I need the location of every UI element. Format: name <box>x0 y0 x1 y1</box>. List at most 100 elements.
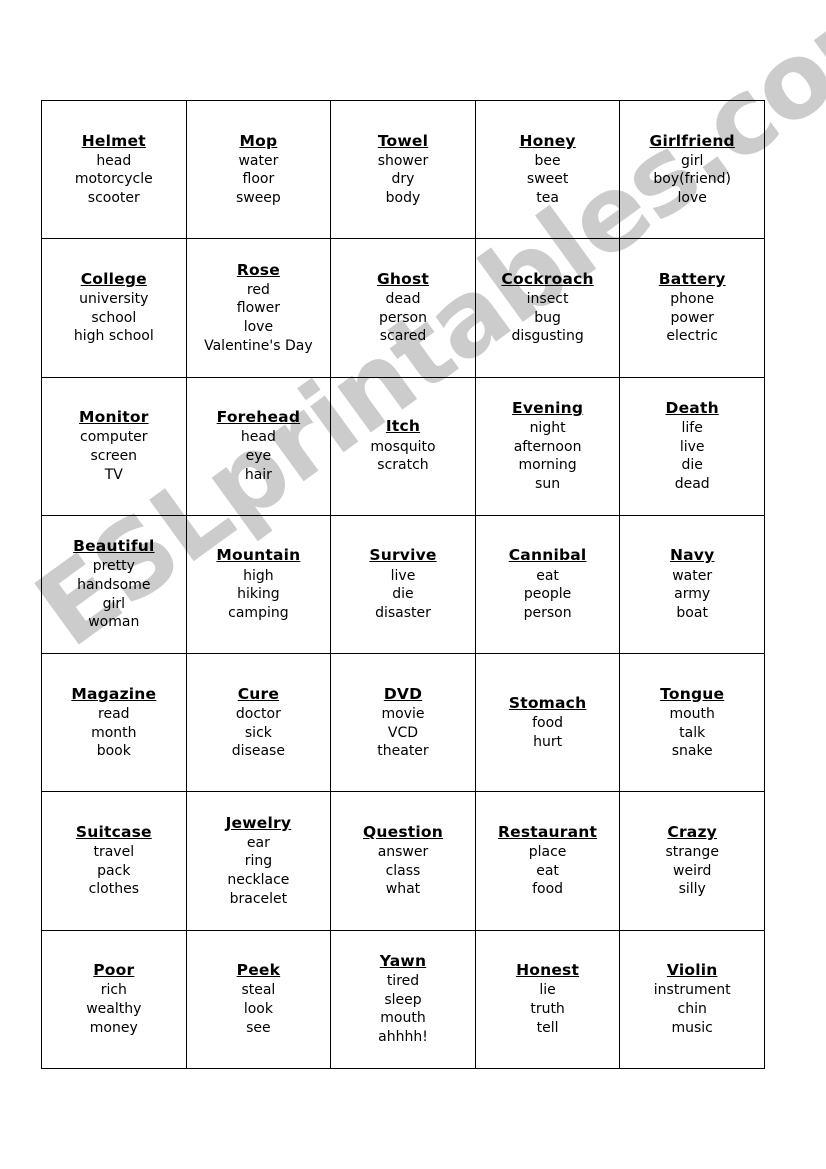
card-clue: necklace <box>227 872 290 889</box>
taboo-card-cell[interactable]: Monitor computer screen TV <box>41 376 187 516</box>
card-clue: morning <box>518 457 577 474</box>
taboo-card-cell[interactable]: Towel shower dry body <box>330 99 476 240</box>
taboo-card-cell[interactable]: DVD movie VCD theater <box>330 653 476 793</box>
taboo-card-cell[interactable]: Mop water floor sweep <box>185 99 332 240</box>
card-title: Towel <box>377 131 429 150</box>
taboo-card-cell[interactable]: Helmet head motorcycle scooter <box>41 99 187 240</box>
card-clue: travel <box>93 844 135 861</box>
taboo-card-cell[interactable]: Honey bee sweet tea <box>474 99 621 240</box>
taboo-card-cell[interactable]: College university school high school <box>41 238 187 378</box>
card-title: DVD <box>383 684 423 703</box>
card-clue: read <box>98 705 130 722</box>
taboo-card-cell[interactable]: Restaurant place eat food <box>474 791 621 931</box>
taboo-card-cell[interactable]: Beautiful pretty handsome girl woman <box>41 514 187 655</box>
card-clue-list: strange weird silly <box>623 843 761 899</box>
taboo-card: Mountain high hiking camping <box>190 546 328 622</box>
card-title: Evening <box>512 398 584 417</box>
taboo-card-cell[interactable]: Survive live die disaster <box>330 514 476 655</box>
taboo-card-cell[interactable]: Girlfriend girl boy(friend) love <box>619 99 765 240</box>
taboo-card-cell[interactable]: Rose red flower love Valentine's Day <box>185 238 332 378</box>
card-clue: girl <box>680 152 704 169</box>
taboo-card: Itch mosquito scratch <box>334 417 472 474</box>
card-clue-list: mosquito scratch <box>334 438 472 475</box>
card-row: Suitcase travel pack clothes Jewelry ear ring n… <box>41 791 765 931</box>
card-title: Yawn <box>379 951 427 970</box>
card-clue: scratch <box>377 457 429 474</box>
taboo-card-cell[interactable]: Violin instrument chin music <box>619 929 765 1069</box>
card-clue: high <box>243 567 274 584</box>
card-clue: lie <box>539 982 556 999</box>
taboo-card-cell[interactable]: Navy water army boat <box>619 514 765 655</box>
taboo-card-cell[interactable]: Cure doctor sick disease <box>185 653 332 793</box>
taboo-card-table-body: Helmet head motorcycle scooter Mop water floor… <box>41 99 765 1069</box>
card-title: Itch <box>385 417 421 436</box>
card-clue: dead <box>385 291 421 308</box>
card-clue: red <box>246 281 270 298</box>
card-title: Forehead <box>216 408 301 427</box>
card-clue-list: travel pack clothes <box>45 843 183 899</box>
card-title: Girlfriend <box>649 131 735 150</box>
taboo-card-cell[interactable]: Magazine read month book <box>41 653 187 793</box>
card-clue: ahhhh! <box>378 1028 428 1045</box>
taboo-card-cell[interactable]: Evening night afternoon morning sun <box>474 376 621 516</box>
card-clue: die <box>681 457 703 474</box>
taboo-card-cell[interactable]: Peek steal look see <box>185 929 332 1069</box>
taboo-card-cell[interactable]: Suitcase travel pack clothes <box>41 791 187 931</box>
card-title: Restaurant <box>498 822 598 841</box>
card-title: Battery <box>658 269 726 288</box>
card-clue: insect <box>526 291 569 308</box>
taboo-card-cell[interactable]: Forehead head eye hair <box>185 376 332 516</box>
card-clue: eat <box>536 567 559 584</box>
taboo-card-cell[interactable]: Mountain high hiking camping <box>185 514 332 655</box>
taboo-card: Magazine read month book <box>45 685 183 761</box>
card-clue: snake <box>671 743 713 760</box>
card-clue: pack <box>97 862 131 879</box>
card-clue: look <box>243 1001 273 1018</box>
card-clue-list: university school high school <box>45 290 183 346</box>
taboo-card-cell[interactable]: Jewelry ear ring necklace bracelet <box>185 791 332 931</box>
taboo-card-cell[interactable]: Poor rich wealthy money <box>41 929 187 1069</box>
taboo-card-cell[interactable]: Ghost dead person scared <box>330 238 476 378</box>
card-title: Poor <box>93 961 135 980</box>
taboo-card-cell[interactable]: Question answer class what <box>330 791 476 931</box>
taboo-card-cell[interactable]: Tongue mouth talk snake <box>619 653 765 793</box>
card-clue: water <box>238 152 279 169</box>
taboo-card-cell[interactable]: Stomach food hurt <box>474 653 621 793</box>
card-clue: camping <box>228 604 289 621</box>
card-clue: disease <box>231 743 285 760</box>
card-clue-list: water floor sweep <box>190 152 328 208</box>
card-clue: scooter <box>87 190 140 207</box>
card-clue: boy(friend) <box>653 171 731 188</box>
taboo-card-cell[interactable]: Cockroach insect bug disgusting <box>474 238 621 378</box>
card-clue-list: instrument chin music <box>623 981 761 1037</box>
taboo-card-cell[interactable]: Cannibal eat people person <box>474 514 621 655</box>
card-clue: clothes <box>88 881 139 898</box>
card-title: Mountain <box>216 546 301 565</box>
taboo-card: Helmet head motorcycle scooter <box>45 132 183 208</box>
card-clue-list: place eat food <box>479 843 617 899</box>
taboo-card-cell[interactable]: Yawn tired sleep mouth ahhhh! <box>330 929 476 1069</box>
card-clue: instrument <box>653 982 731 999</box>
card-clue: tell <box>536 1019 559 1036</box>
card-clue: floor <box>242 171 275 188</box>
card-clue: electric <box>666 328 719 345</box>
card-clue-list: head motorcycle scooter <box>45 152 183 208</box>
taboo-card-cell[interactable]: Battery phone power electric <box>619 238 765 378</box>
taboo-card: Suitcase travel pack clothes <box>45 823 183 899</box>
taboo-card-cell[interactable]: Crazy strange weird silly <box>619 791 765 931</box>
card-title: Ghost <box>376 269 429 288</box>
card-clue: Valentine's Day <box>204 337 313 354</box>
taboo-card: Girlfriend girl boy(friend) love <box>623 132 761 208</box>
card-title: Survive <box>369 546 437 565</box>
taboo-card-cell[interactable]: Honest lie truth tell <box>474 929 621 1069</box>
card-clue: computer <box>80 429 148 446</box>
card-clue: chin <box>677 1001 707 1018</box>
card-clue-list: pretty handsome girl woman <box>45 557 183 631</box>
taboo-card-cell[interactable]: Itch mosquito scratch <box>330 376 476 516</box>
card-clue: food <box>532 715 564 732</box>
card-clue-list: tired sleep mouth ahhhh! <box>334 972 472 1046</box>
card-title: Helmet <box>81 131 146 150</box>
taboo-card: Tongue mouth talk snake <box>623 685 761 761</box>
taboo-card-cell[interactable]: Death life live die dead <box>619 376 765 516</box>
card-clue: eat <box>536 862 559 879</box>
